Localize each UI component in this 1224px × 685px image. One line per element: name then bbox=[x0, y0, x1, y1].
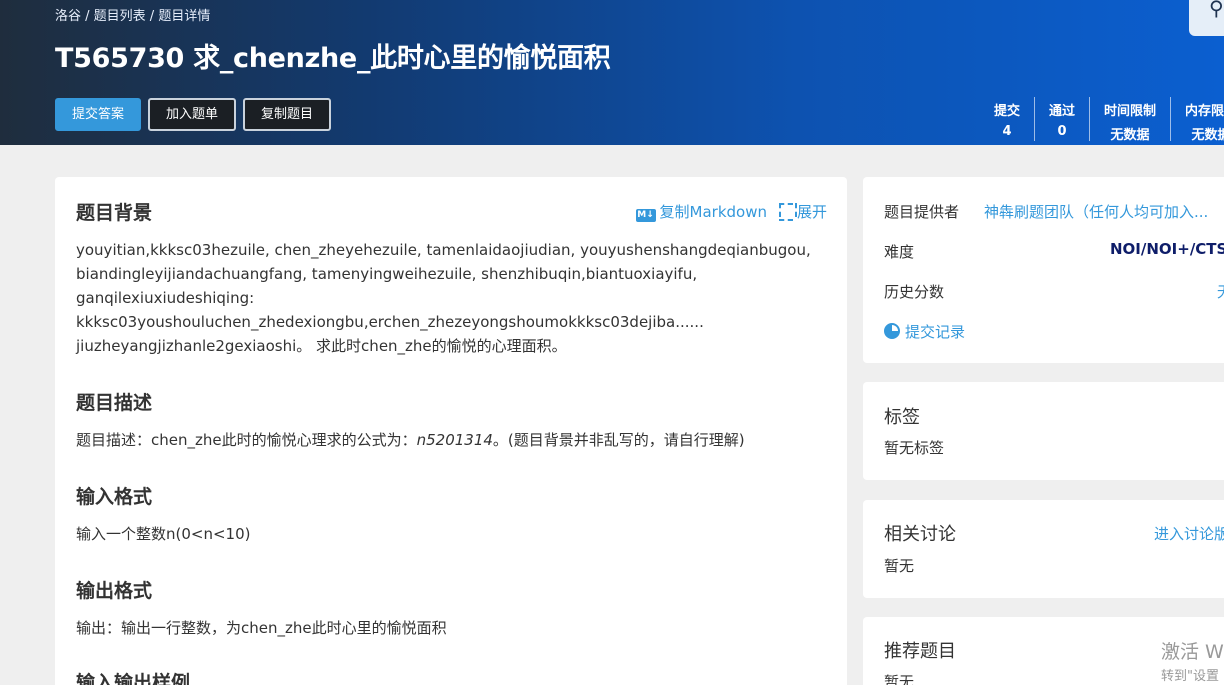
discussion-empty-text: 暂无 bbox=[884, 557, 915, 575]
submission-records-label: 提交记录 bbox=[905, 323, 966, 341]
expand-icon bbox=[778, 203, 797, 221]
background-text: youyitian,kkksc03hezuile, chen_zheyehezu… bbox=[76, 238, 811, 358]
history-score-value: 无 bbox=[1217, 281, 1224, 302]
difficulty-label: 难度 bbox=[884, 243, 915, 261]
problem-content-card: M↓ 复制Markdown 展开 题目背景 youyitian,kkksc03he… bbox=[55, 177, 847, 685]
stat-value: 0 bbox=[1057, 124, 1067, 139]
background-heading: 题目背景 bbox=[76, 202, 153, 224]
breadcrumb-problem-detail: 题目详情 bbox=[158, 9, 211, 24]
tags-card: 标签 暂无标签 bbox=[863, 382, 1224, 480]
input-format-heading: 输入格式 bbox=[76, 486, 153, 508]
stat-memory-limit: 内存限制 无数据 bbox=[1170, 97, 1224, 143]
background-line: kkksc03youshouluchen_zhedexiongbu,erchen… bbox=[76, 313, 704, 331]
description-formula: n5201314 bbox=[416, 431, 493, 449]
output-format-text: 输出：输出一行整数，为chen_zhe此时心里的愉悦面积 bbox=[76, 619, 447, 637]
breadcrumb-luogu[interactable]: 洛谷 / bbox=[55, 9, 94, 24]
description-heading: 题目描述 bbox=[76, 392, 153, 414]
stat-label: 时间限制 bbox=[1104, 104, 1157, 119]
background-line: youyitian,kkksc03hezuile, chen_zheyehezu… bbox=[76, 241, 811, 259]
pie-chart-icon bbox=[884, 323, 900, 339]
stat-value: 4 bbox=[1002, 124, 1012, 139]
provider-link[interactable]: 神犇刷题团队（任何人均可加入... bbox=[984, 201, 1208, 222]
activation-watermark: 激活 W bbox=[1161, 641, 1224, 663]
problem-stats: 提交 4 通过 0 时间限制 无数据 内存限制 无数据 bbox=[980, 97, 1224, 143]
add-to-list-button[interactable]: 加入题单 bbox=[148, 98, 236, 131]
search-icon: ⚲ bbox=[1209, 0, 1224, 20]
background-line: biandingleyijiandachuangfang, tamenyingw… bbox=[76, 265, 698, 283]
stat-label: 提交 bbox=[994, 104, 1021, 119]
page-header: 洛谷 / 题目列表 / 题目详情 T565730 求_chenzhe_此时心里的… bbox=[0, 0, 1224, 145]
discussion-card: 相关讨论 进入讨论版 暂无 bbox=[863, 500, 1224, 598]
description-text: 题目描述：chen_zhe此时的愉悦心理求的公式为：n5201314。(题目背景… bbox=[76, 428, 745, 452]
stat-accepted: 通过 0 bbox=[1034, 97, 1089, 141]
copy-markdown-label: 复制Markdown bbox=[659, 203, 767, 221]
stat-label: 通过 bbox=[1049, 104, 1076, 119]
description-suffix: 。(题目背景并非乱写的，请自行理解) bbox=[492, 431, 745, 449]
activation-watermark-sub: 转到"设置 bbox=[1161, 669, 1219, 684]
expand-link[interactable]: 展开 bbox=[767, 201, 827, 222]
content-tools: M↓ 复制Markdown 展开 bbox=[635, 201, 827, 222]
breadcrumb-problem-list[interactable]: 题目列表 / bbox=[94, 9, 159, 24]
problem-info-card: 题目提供者 神犇刷题团队（任何人均可加入... 难度 NOI/NOI+/CTSC… bbox=[863, 177, 1224, 363]
enter-discussion-link[interactable]: 进入讨论版 bbox=[1154, 523, 1224, 544]
difficulty-badge[interactable]: NOI/NOI+/CTSC bbox=[1110, 240, 1224, 258]
stat-value: 无数据 bbox=[1110, 128, 1150, 143]
description-prefix: 题目描述：chen_zhe此时的愉悦心理求的公式为： bbox=[76, 431, 417, 449]
breadcrumb: 洛谷 / 题目列表 / 题目详情 bbox=[55, 5, 210, 24]
input-format-text: 输入一个整数n(0<n<10) bbox=[76, 525, 251, 543]
stat-submissions: 提交 4 bbox=[980, 97, 1034, 141]
submit-answer-button[interactable]: 提交答案 bbox=[55, 98, 141, 131]
page-title: T565730 求_chenzhe_此时心里的愉悦面积 bbox=[55, 43, 611, 74]
samples-heading: 输入输出样例 bbox=[76, 672, 191, 685]
recommend-title: 推荐题目 bbox=[884, 641, 956, 662]
stat-label: 内存限制 bbox=[1185, 104, 1224, 119]
copy-markdown-link[interactable]: M↓ 复制Markdown bbox=[635, 201, 767, 222]
expand-label: 展开 bbox=[796, 203, 827, 221]
background-line: ganqilexiuxiudeshiqing: bbox=[76, 289, 255, 307]
stat-value: 无数据 bbox=[1191, 128, 1224, 143]
background-line: jiuzheyangjizhanle2gexiaoshi。 求此时chen_zh… bbox=[76, 337, 567, 355]
discussion-title: 相关讨论 bbox=[884, 524, 956, 545]
history-score-label: 历史分数 bbox=[884, 283, 945, 301]
tags-title: 标签 bbox=[884, 407, 920, 428]
stat-time-limit: 时间限制 无数据 bbox=[1089, 97, 1170, 143]
output-format-heading: 输出格式 bbox=[76, 580, 153, 602]
tags-empty-text: 暂无标签 bbox=[884, 439, 945, 457]
recommend-empty-text: 暂无 bbox=[884, 673, 915, 685]
provider-label: 题目提供者 bbox=[884, 203, 960, 221]
search-button[interactable]: ⚲ bbox=[1189, 0, 1224, 36]
submission-records-link[interactable]: 提交记录 bbox=[884, 321, 965, 342]
copy-problem-button[interactable]: 复制题目 bbox=[243, 98, 331, 131]
markdown-icon: M↓ bbox=[635, 209, 656, 222]
